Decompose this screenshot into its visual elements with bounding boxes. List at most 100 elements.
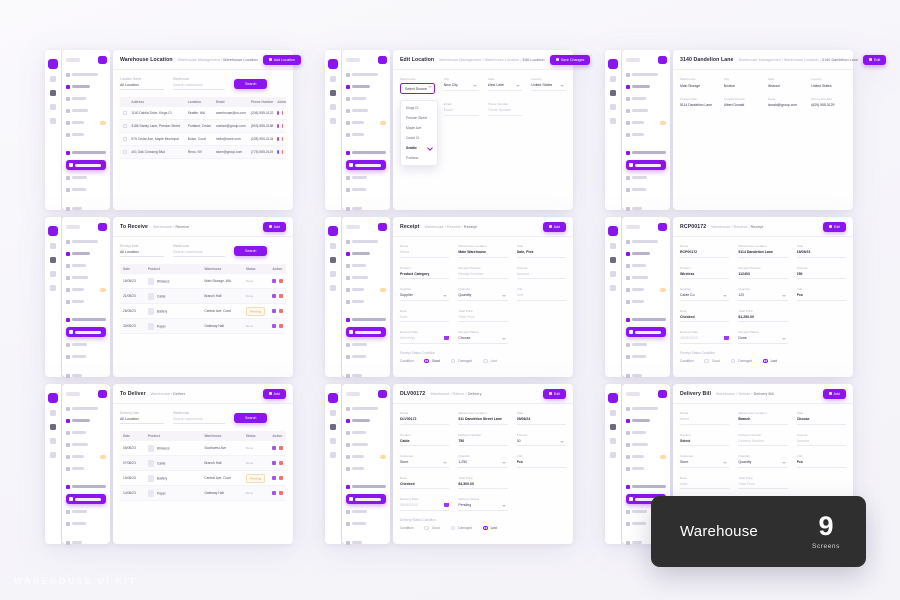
sidebar-item-warehouse-location[interactable]	[66, 494, 106, 504]
sidebar-item-warehouse-management[interactable]	[346, 148, 386, 157]
edit-icon[interactable]	[277, 111, 279, 115]
field-value[interactable]: Pcs	[516, 460, 566, 468]
table-row[interactable]: 1140 Dahlia Drive, Kings Ct Seattle, WA wa…	[120, 107, 286, 120]
sidebar-item-warehouse-location[interactable]	[346, 160, 386, 170]
sidebar-item-warehouse-location[interactable]	[626, 160, 666, 170]
sidebar-item-product[interactable]	[626, 261, 666, 270]
row-checkbox[interactable]	[123, 136, 127, 141]
delete-icon[interactable]	[281, 137, 283, 141]
field-value[interactable]: 250	[796, 272, 846, 279]
sidebar-item-manage[interactable]	[626, 82, 666, 91]
sidebar-item-receive[interactable]	[346, 340, 386, 349]
sidebar-item-warehouse-location[interactable]	[346, 327, 386, 337]
primary-action-button[interactable]: Save Changes	[549, 54, 591, 65]
field-value[interactable]: Store	[400, 460, 450, 468]
sidebar-item-dashboard[interactable]	[66, 70, 106, 79]
sidebar-item-supplier[interactable]	[66, 440, 106, 449]
box-icon[interactable]	[610, 257, 616, 263]
box-icon[interactable]	[610, 90, 616, 96]
field-value[interactable]: Checked	[400, 482, 450, 489]
dashboard-icon[interactable]	[610, 243, 616, 249]
sidebar-collapse-button[interactable]	[98, 223, 107, 231]
sidebar-item-order[interactable]	[346, 452, 386, 461]
field-value[interactable]: Choose	[458, 336, 508, 344]
box-icon[interactable]	[50, 257, 56, 263]
dropdown-option[interactable]: Cedar Ct	[401, 133, 437, 143]
delete-icon[interactable]	[279, 279, 283, 283]
grid-icon[interactable]	[610, 104, 616, 110]
primary-action-button[interactable]: Add	[542, 221, 566, 232]
sidebar-item-receive[interactable]	[346, 173, 386, 182]
field-value[interactable]: Name	[400, 250, 450, 258]
field-value[interactable]: 30	[516, 439, 566, 446]
edit-icon[interactable]	[277, 124, 279, 128]
field-value[interactable]: RCP00172	[680, 250, 730, 258]
sidebar-collapse-button[interactable]	[658, 223, 667, 231]
radio-good[interactable]: Good	[704, 358, 720, 363]
field-value[interactable]: 18/05/2023	[680, 336, 730, 344]
grid-icon[interactable]	[330, 438, 336, 444]
radio-damaged[interactable]: Damaged	[450, 358, 472, 363]
field-value[interactable]: 511 Dandelion Street Lane	[458, 417, 508, 425]
sidebar-item-stock[interactable]	[66, 464, 106, 473]
dashboard-icon[interactable]	[50, 243, 56, 249]
sidebar-collapse-button[interactable]	[98, 56, 107, 64]
settings-icon[interactable]	[610, 118, 616, 124]
sidebar-item-help[interactable]	[66, 204, 106, 213]
sidebar-item-supplier[interactable]	[346, 106, 386, 115]
delete-icon[interactable]	[279, 461, 283, 465]
calendar-icon[interactable]	[444, 503, 450, 507]
search-button[interactable]: Search	[234, 246, 268, 256]
grid-icon[interactable]	[330, 271, 336, 277]
field-value[interactable]: Supplier	[400, 293, 450, 301]
field-value[interactable]: Select Source	[400, 83, 435, 94]
primary-action-button[interactable]: Edit	[822, 221, 846, 232]
sidebar-item-order[interactable]	[346, 118, 386, 127]
field-value[interactable]: 120	[738, 293, 788, 301]
sidebar-item-stock[interactable]	[66, 130, 106, 139]
sidebar-item-dashboard[interactable]	[66, 237, 106, 246]
primary-action-button[interactable]: Add	[262, 388, 286, 399]
table-row[interactable]: 14/06/23 Paper Gateway Hall Done	[120, 485, 286, 501]
sidebar-item-stock[interactable]	[346, 297, 386, 306]
sidebar-item-deliver[interactable]	[346, 185, 386, 194]
sidebar-item-product[interactable]	[66, 94, 106, 103]
field-value[interactable]: Choose	[796, 417, 846, 425]
sidebar-item-supplier[interactable]	[66, 106, 106, 115]
field-value[interactable]: Checked	[680, 315, 730, 322]
field-value[interactable]: Receipt Number	[458, 272, 508, 279]
sidebar-item-supplier[interactable]	[346, 273, 386, 282]
dashboard-icon[interactable]	[330, 410, 336, 416]
field-value[interactable]: Delivery Number	[738, 439, 788, 446]
edit-icon[interactable]	[272, 309, 277, 313]
table-row[interactable]: 401 Oak Crossing Blvd Reno, NV store@group…	[120, 145, 286, 159]
sidebar-item-product[interactable]	[626, 94, 666, 103]
calendar-icon[interactable]	[724, 336, 730, 340]
primary-action-button[interactable]: Add	[822, 388, 846, 399]
sidebar-collapse-button[interactable]	[378, 56, 387, 64]
dropdown-option[interactable]: Portland	[401, 153, 437, 163]
delete-icon[interactable]	[279, 491, 283, 495]
sidebar-item-product[interactable]	[346, 94, 386, 103]
sidebar-item-help[interactable]	[626, 204, 666, 213]
sidebar-item-stock[interactable]	[66, 297, 106, 306]
radio-lost[interactable]: Lost	[483, 525, 497, 530]
field-value[interactable]: United States	[531, 83, 566, 91]
sidebar-item-deliver[interactable]	[346, 519, 386, 528]
sidebar-item-warehouse-location[interactable]	[66, 160, 106, 170]
delete-icon[interactable]	[281, 124, 283, 128]
filter-input[interactable]: All Location	[120, 250, 164, 257]
sidebar-item-warehouse-management[interactable]	[346, 482, 386, 491]
sidebar-item-warehouse-management[interactable]	[66, 148, 106, 157]
settings-icon[interactable]	[50, 452, 56, 458]
field-value[interactable]: Cable	[400, 439, 450, 446]
field-value[interactable]: Main Warehouse	[458, 250, 508, 258]
edit-icon[interactable]	[272, 294, 277, 298]
radio-good[interactable]: Good	[424, 358, 440, 363]
field-value[interactable]: 112403	[738, 272, 788, 279]
delete-icon[interactable]	[279, 294, 283, 298]
sidebar-item-help[interactable]	[66, 371, 106, 380]
filter-input[interactable]: All Location	[120, 417, 164, 424]
field-value[interactable]: Note	[680, 482, 730, 489]
sidebar-item-manage[interactable]	[66, 82, 106, 91]
